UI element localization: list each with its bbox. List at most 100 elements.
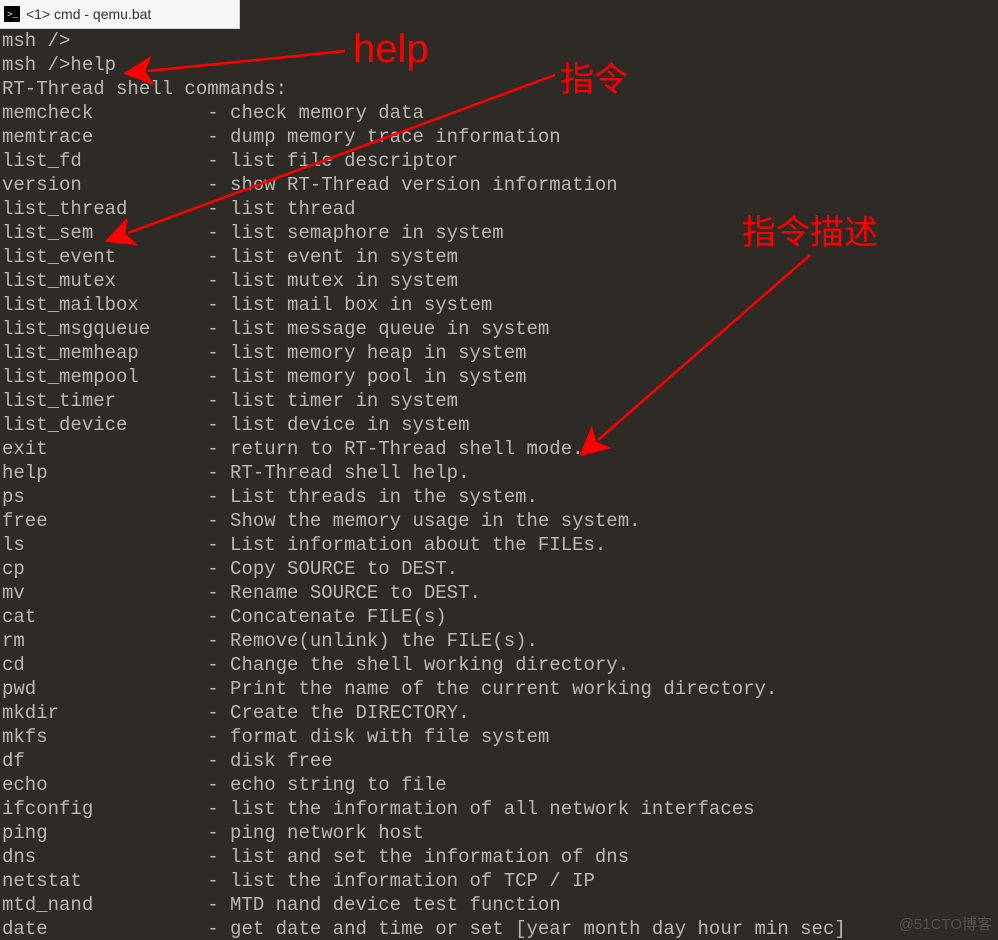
command-description: Concatenate FILE(s) bbox=[230, 606, 447, 628]
command-description: echo string to file bbox=[230, 774, 447, 796]
command-row: list_event - list event in system bbox=[2, 245, 996, 269]
command-row: mkfs - format disk with file system bbox=[2, 725, 996, 749]
command-separator: - bbox=[196, 102, 230, 124]
command-row: memtrace - dump memory trace information bbox=[2, 125, 996, 149]
command-separator: - bbox=[196, 798, 230, 820]
command-separator: - bbox=[196, 630, 230, 652]
command-name: ls bbox=[2, 533, 196, 557]
command-description: List information about the FILEs. bbox=[230, 534, 606, 556]
command-separator: - bbox=[196, 366, 230, 388]
command-row: netstat - list the information of TCP / … bbox=[2, 869, 996, 893]
command-row: echo - echo string to file bbox=[2, 773, 996, 797]
command-separator: - bbox=[196, 702, 230, 724]
command-row: date - get date and time or set [year mo… bbox=[2, 917, 996, 940]
command-separator: - bbox=[196, 918, 230, 940]
command-name: ifconfig bbox=[2, 797, 196, 821]
command-row: version - show RT-Thread version informa… bbox=[2, 173, 996, 197]
command-name: echo bbox=[2, 773, 196, 797]
command-row: list_thread - list thread bbox=[2, 197, 996, 221]
command-separator: - bbox=[196, 606, 230, 628]
command-row: cp - Copy SOURCE to DEST. bbox=[2, 557, 996, 581]
command-name: list_timer bbox=[2, 389, 196, 413]
command-row: memcheck - check memory data bbox=[2, 101, 996, 125]
command-separator: - bbox=[196, 774, 230, 796]
command-row: cat - Concatenate FILE(s) bbox=[2, 605, 996, 629]
command-separator: - bbox=[196, 390, 230, 412]
command-separator: - bbox=[196, 654, 230, 676]
command-name: list_mempool bbox=[2, 365, 196, 389]
command-row: cd - Change the shell working directory. bbox=[2, 653, 996, 677]
command-separator: - bbox=[196, 126, 230, 148]
command-row: list_timer - list timer in system bbox=[2, 389, 996, 413]
command-description: get date and time or set [year month day… bbox=[230, 918, 846, 940]
command-description: list mail box in system bbox=[230, 294, 492, 316]
command-row: list_sem - list semaphore in system bbox=[2, 221, 996, 245]
command-row: list_device - list device in system bbox=[2, 413, 996, 437]
command-row: list_mailbox - list mail box in system bbox=[2, 293, 996, 317]
command-name: dns bbox=[2, 845, 196, 869]
command-separator: - bbox=[196, 894, 230, 916]
command-name: list_device bbox=[2, 413, 196, 437]
command-description: Remove(unlink) the FILE(s). bbox=[230, 630, 538, 652]
command-row: df - disk free bbox=[2, 749, 996, 773]
command-row: list_msgqueue - list message queue in sy… bbox=[2, 317, 996, 341]
command-row: rm - Remove(unlink) the FILE(s). bbox=[2, 629, 996, 653]
command-row: mv - Rename SOURCE to DEST. bbox=[2, 581, 996, 605]
command-description: Print the name of the current working di… bbox=[230, 678, 777, 700]
command-description: list the information of TCP / IP bbox=[230, 870, 595, 892]
command-description: list event in system bbox=[230, 246, 458, 268]
command-name: list_thread bbox=[2, 197, 196, 221]
command-name: exit bbox=[2, 437, 196, 461]
command-row: mkdir - Create the DIRECTORY. bbox=[2, 701, 996, 725]
command-separator: - bbox=[196, 270, 230, 292]
terminal-output[interactable]: msh />msh />helpRT-Thread shell commands… bbox=[0, 29, 998, 940]
command-row: exit - return to RT-Thread shell mode. bbox=[2, 437, 996, 461]
command-separator: - bbox=[196, 438, 230, 460]
command-row: ls - List information about the FILEs. bbox=[2, 533, 996, 557]
command-separator: - bbox=[196, 318, 230, 340]
command-separator: - bbox=[196, 462, 230, 484]
command-name: df bbox=[2, 749, 196, 773]
command-description: list file descriptor bbox=[230, 150, 458, 172]
command-name: date bbox=[2, 917, 196, 940]
window-title: <1> cmd - qemu.bat bbox=[26, 6, 151, 22]
titlebar[interactable]: >_ <1> cmd - qemu.bat bbox=[0, 0, 240, 29]
command-separator: - bbox=[196, 822, 230, 844]
prompt-line-help: msh />help bbox=[2, 53, 996, 77]
command-description: return to RT-Thread shell mode. bbox=[230, 438, 583, 460]
command-description: list the information of all network inte… bbox=[230, 798, 755, 820]
command-description: format disk with file system bbox=[230, 726, 549, 748]
command-row: help - RT-Thread shell help. bbox=[2, 461, 996, 485]
command-name: mtd_nand bbox=[2, 893, 196, 917]
command-name: list_fd bbox=[2, 149, 196, 173]
command-name: list_sem bbox=[2, 221, 196, 245]
prompt-line-empty: msh /> bbox=[2, 29, 996, 53]
command-row: list_fd - list file descriptor bbox=[2, 149, 996, 173]
command-separator: - bbox=[196, 246, 230, 268]
command-row: ps - List threads in the system. bbox=[2, 485, 996, 509]
command-name: mkfs bbox=[2, 725, 196, 749]
command-separator: - bbox=[196, 870, 230, 892]
command-row: list_mutex - list mutex in system bbox=[2, 269, 996, 293]
command-description: list mutex in system bbox=[230, 270, 458, 292]
command-separator: - bbox=[196, 294, 230, 316]
command-separator: - bbox=[196, 342, 230, 364]
command-row: mtd_nand - MTD nand device test function bbox=[2, 893, 996, 917]
command-name: list_mailbox bbox=[2, 293, 196, 317]
command-name: list_msgqueue bbox=[2, 317, 196, 341]
command-separator: - bbox=[196, 510, 230, 532]
command-row: ifconfig - list the information of all n… bbox=[2, 797, 996, 821]
command-name: ps bbox=[2, 485, 196, 509]
command-name: pwd bbox=[2, 677, 196, 701]
terminal-icon: >_ bbox=[4, 6, 20, 22]
command-description: MTD nand device test function bbox=[230, 894, 561, 916]
command-row: pwd - Print the name of the current work… bbox=[2, 677, 996, 701]
command-description: Change the shell working directory. bbox=[230, 654, 629, 676]
command-separator: - bbox=[196, 678, 230, 700]
command-separator: - bbox=[196, 726, 230, 748]
command-name: cp bbox=[2, 557, 196, 581]
command-description: List threads in the system. bbox=[230, 486, 538, 508]
command-description: ping network host bbox=[230, 822, 424, 844]
commands-header: RT-Thread shell commands: bbox=[2, 77, 996, 101]
command-separator: - bbox=[196, 750, 230, 772]
